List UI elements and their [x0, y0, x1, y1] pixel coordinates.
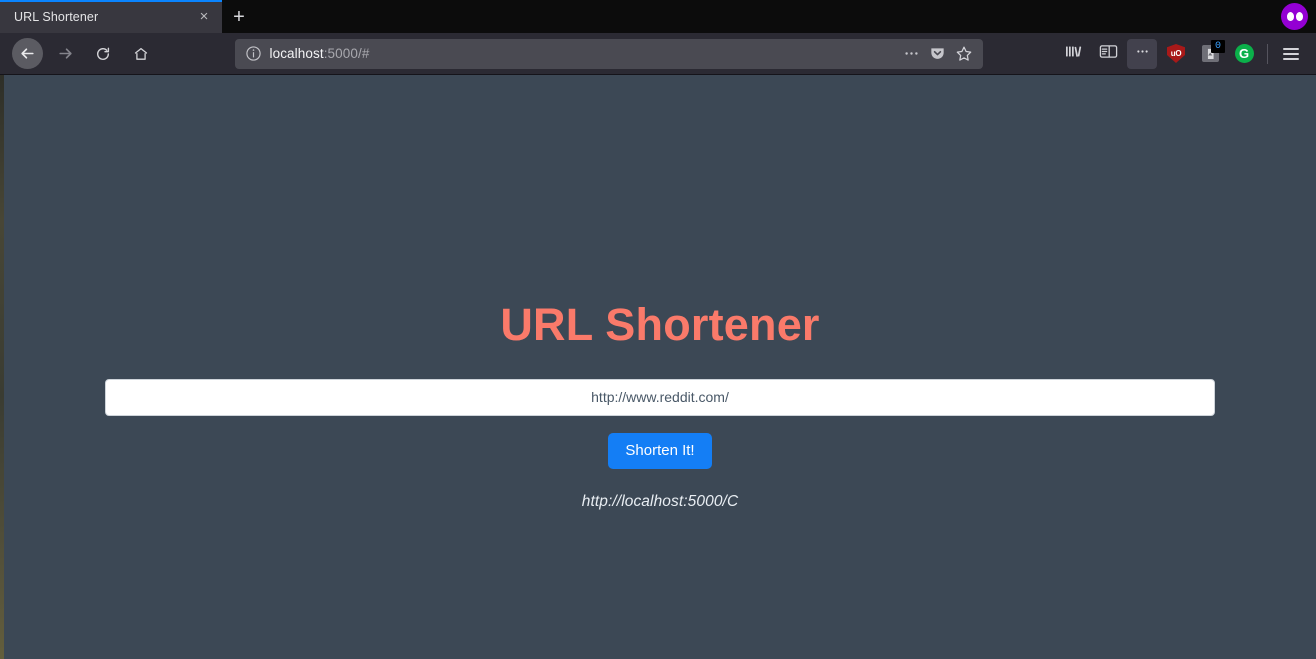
forward-button[interactable] [49, 38, 81, 70]
reload-button[interactable] [87, 38, 119, 70]
sidebar-button[interactable] [1093, 39, 1123, 69]
private-browsing-indicator[interactable] [1281, 3, 1308, 30]
page-title: URL Shortener [500, 299, 820, 350]
forward-arrow-icon [57, 45, 74, 62]
page-actions-button[interactable] [899, 41, 925, 67]
browser-tab[interactable]: URL Shortener × [0, 0, 222, 33]
page-viewport: URL Shortener Shorten It! http://localho… [0, 75, 1316, 659]
url-shortener-app: URL Shortener Shorten It! http://localho… [4, 75, 1316, 659]
url-host: localhost [269, 46, 324, 61]
address-bar[interactable]: localhost:5000/# [234, 38, 983, 69]
url-input[interactable] [105, 378, 1215, 416]
extension-grammarly[interactable]: G [1229, 39, 1259, 69]
library-button[interactable] [1059, 39, 1089, 69]
sidebar-icon [1099, 43, 1118, 65]
url-text: localhost:5000/# [270, 46, 899, 61]
new-tab-button[interactable]: + [222, 0, 256, 33]
app-menu-button[interactable] [1276, 39, 1306, 69]
star-icon[interactable] [951, 41, 977, 67]
home-icon [133, 46, 149, 62]
mask-icon [1286, 12, 1303, 21]
extension-badge-count: 0 [1211, 39, 1225, 53]
tab-strip: URL Shortener × + [0, 0, 1316, 33]
tab-title: URL Shortener [14, 9, 99, 24]
close-icon[interactable]: × [194, 7, 214, 27]
reload-icon [95, 46, 111, 62]
back-arrow-icon [19, 45, 36, 62]
extension-generic[interactable]: 0 [1195, 39, 1225, 69]
pocket-icon[interactable] [925, 41, 951, 67]
ublock-origin-icon: uO [1167, 44, 1185, 63]
back-button[interactable] [12, 38, 43, 69]
toolbar-right: uO 0 G [1057, 38, 1310, 69]
address-bar-container: localhost:5000/# [160, 38, 1057, 69]
browser-window: URL Shortener × + localhost:5000/# uO 0 … [0, 0, 1316, 659]
page-actions-boxed-button[interactable] [1127, 38, 1157, 69]
shorten-button[interactable]: Shorten It! [608, 432, 712, 469]
grammarly-icon: G [1234, 44, 1254, 63]
home-button[interactable] [125, 38, 157, 70]
shortened-url-result[interactable]: http://localhost:5000/C [582, 493, 739, 511]
navigation-toolbar: localhost:5000/# uO 0 G [0, 33, 1316, 75]
info-circle-icon[interactable] [245, 45, 262, 62]
extension-ublock-origin[interactable]: uO [1161, 39, 1191, 69]
library-icon [1065, 43, 1083, 65]
toolbar-divider [1267, 43, 1268, 64]
hamburger-menu-icon [1283, 47, 1299, 60]
url-path: :5000/# [323, 46, 370, 61]
ellipsis-boxed-icon [1134, 44, 1151, 64]
